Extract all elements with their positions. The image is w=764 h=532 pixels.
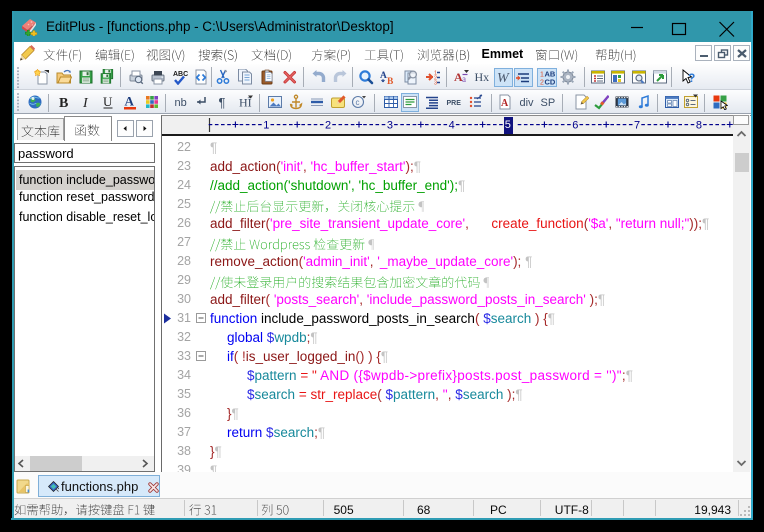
svg-text:A: A <box>124 94 134 109</box>
svg-text:ABC: ABC <box>173 71 188 78</box>
svg-text:2: 2 <box>540 80 544 86</box>
svg-text:B: B <box>387 77 394 85</box>
svg-text:A: A <box>501 98 509 109</box>
svg-text:div: div <box>520 97 535 109</box>
svg-text:SP: SP <box>541 97 556 109</box>
svg-text:Hx: Hx <box>475 70 490 84</box>
svg-text:4: 4 <box>449 120 455 132</box>
svg-text:8: 8 <box>696 120 702 132</box>
svg-text:1: 1 <box>540 72 544 79</box>
svg-text:c: c <box>356 98 360 107</box>
svg-text:?: ? <box>688 71 695 85</box>
svg-text:CD: CD <box>545 78 556 86</box>
svg-text:1: 1 <box>263 120 269 132</box>
svg-text:PRE: PRE <box>447 100 462 107</box>
svg-text:nb: nb <box>174 97 186 109</box>
svg-text:B: B <box>59 96 68 110</box>
svg-text:3: 3 <box>387 120 393 132</box>
svg-text:U: U <box>103 94 113 109</box>
svg-text:6: 6 <box>572 120 578 132</box>
svg-text:3: 3 <box>434 81 437 86</box>
svg-text:7: 7 <box>634 120 640 132</box>
svg-text:2: 2 <box>325 120 331 132</box>
svg-text:W: W <box>497 71 510 85</box>
svg-text:I: I <box>82 96 89 110</box>
svg-text:a: a <box>462 74 466 84</box>
svg-text:¶: ¶ <box>219 95 226 110</box>
